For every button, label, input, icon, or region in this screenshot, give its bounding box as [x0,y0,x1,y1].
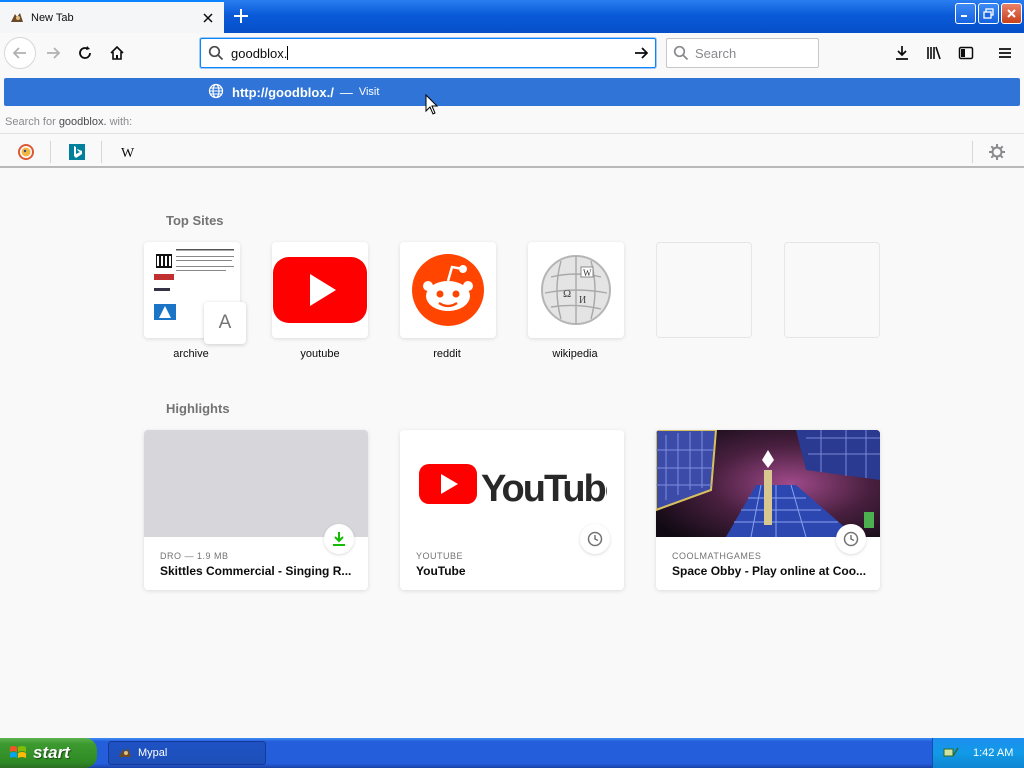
window-controls [955,3,1022,24]
highlight-title: Space Obby - Play online at Coo... [672,564,867,578]
wikipedia-icon[interactable]: W [117,141,139,163]
clock-time: 1:42 AM [973,747,1014,759]
search-bar[interactable]: Search [666,38,819,68]
plus-icon[interactable] [228,4,254,28]
space-obby-screenshot [656,430,880,538]
top-site-wikipedia[interactable]: W Ω И [528,242,624,338]
minimize-button[interactable] [955,3,976,24]
highlights-heading: Highlights [166,401,230,416]
tab-title: New Tab [31,11,74,24]
navigation-toolbar: goodblox. Search [0,33,1024,75]
new-tab-page: Top Sites A archive youtube reddit W Ω И… [0,170,1024,738]
engine-divider [101,141,102,163]
highlight-card[interactable]: COOLMATHGAMES Space Obby - Play online a… [656,430,880,590]
top-site-reddit[interactable] [400,242,496,338]
close-icon[interactable] [196,6,220,30]
highlight-host: DRO — 1.9 MB [160,551,229,561]
wikipedia-globe-icon: W Ω И [541,255,611,325]
globe-icon [208,83,224,102]
search-with-label: Search for goodblox. with: [5,116,133,128]
mypal-icon [9,10,25,26]
mypal-icon [117,745,133,761]
library-icon[interactable] [918,37,950,69]
autocomplete-action: Visit [358,86,380,98]
highlight-host: COOLMATHGAMES [672,551,762,561]
go-arrow-icon[interactable] [627,45,655,61]
top-site-label: youtube [300,348,340,360]
forward-arrow-icon[interactable] [37,37,69,69]
top-site-label: archive [173,348,209,360]
highlight-card[interactable]: DRO — 1.9 MB Skittles Commercial - Singi… [144,430,368,590]
autocomplete-separator: — [339,84,353,100]
youtube-wordmark-logo: YouTube [419,463,607,509]
taskbar-item-mypal[interactable]: Mypal [108,741,266,765]
top-site-empty [784,242,880,338]
start-button[interactable]: start [0,738,97,768]
top-site-empty [656,242,752,338]
restore-button[interactable] [978,3,999,24]
home-icon[interactable] [101,37,133,69]
autocomplete-visit-row[interactable]: http://goodblox./ — Visit [4,78,1020,106]
taskbar-item-label: Mypal [138,747,168,759]
highlight-card[interactable]: YouTube YOUTUBE YouTube [400,430,624,590]
highlight-host: YOUTUBE [416,551,464,561]
svg-text:W: W [583,268,592,278]
svg-text:W: W [121,146,135,161]
gear-icon[interactable] [986,141,1008,163]
highlight-thumbnail [144,430,368,537]
url-bar[interactable]: goodblox. [200,38,656,68]
svg-text:И: И [579,295,586,306]
highlight-thumbnail: YouTube [400,430,624,537]
youtube-logo-icon [273,257,367,323]
autocomplete-url: http://goodblox./ [232,84,334,100]
top-site-youtube[interactable] [272,242,368,338]
svg-text:YouTube: YouTube [481,468,607,509]
top-site-label: reddit [433,348,461,360]
duckduckgo-icon[interactable] [15,141,37,163]
engine-divider [50,141,51,163]
clock-icon [836,524,866,554]
reload-icon[interactable] [69,37,101,69]
download-icon [324,524,354,554]
search-icon [667,45,695,61]
sidebar-icon[interactable] [950,37,982,69]
url-input[interactable]: goodblox. [231,45,627,61]
back-arrow-icon[interactable] [4,37,36,69]
tab-new-tab[interactable]: New Tab [0,0,224,33]
svg-text:Ω: Ω [563,288,571,300]
highlight-title: YouTube [416,564,466,578]
download-icon[interactable] [886,37,918,69]
archive-letter-badge: A [204,302,246,344]
system-tray: 1:42 AM [932,738,1024,768]
mouse-cursor-icon [425,93,439,119]
title-bar: New Tab [0,0,1024,33]
search-placeholder: Search [695,45,737,61]
top-site-label: wikipedia [552,348,598,360]
clock-icon [580,524,610,554]
menu-icon[interactable] [989,37,1021,69]
reddit-logo-icon [412,254,484,326]
windows-taskbar: start Mypal 1:42 AM [0,738,1024,768]
highlight-thumbnail [656,430,880,538]
top-sites-heading: Top Sites [166,213,224,228]
start-label: start [33,743,70,762]
bing-icon[interactable] [66,141,88,163]
network-icon[interactable] [943,744,959,763]
engine-divider [972,141,973,163]
highlight-title: Skittles Commercial - Singing R... [160,564,352,578]
close-window-button[interactable] [1001,3,1022,24]
one-off-search-engines: W [0,133,1024,168]
search-icon [201,45,231,61]
url-autocomplete-popup: http://goodblox./ — Visit Search for goo… [0,75,1024,170]
windows-flag-icon [10,746,26,758]
